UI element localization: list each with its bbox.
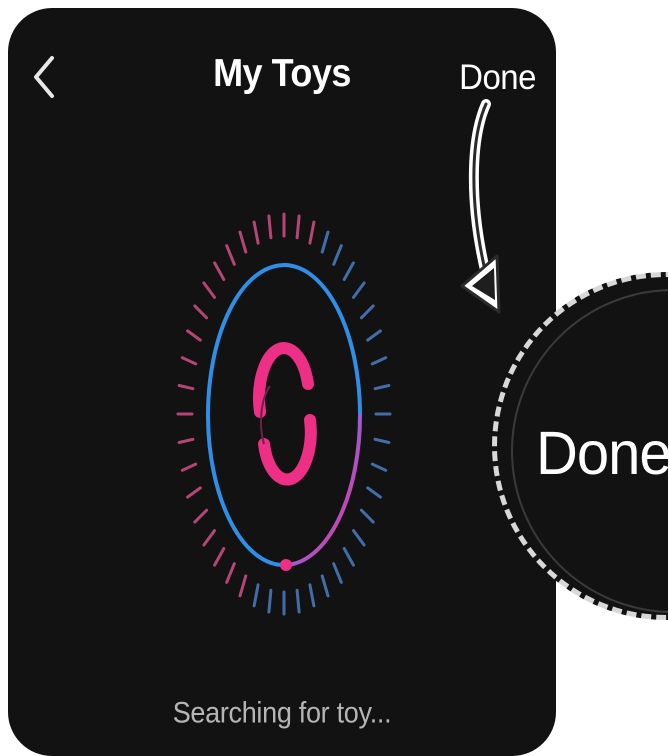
scanner-tick — [225, 244, 236, 266]
scanner-tick — [180, 356, 198, 366]
scanner-tick — [202, 529, 216, 547]
scanner-tick — [295, 214, 301, 240]
scanner-tick — [342, 547, 355, 567]
scanner-tick — [295, 588, 301, 614]
scanner-tick — [186, 329, 202, 342]
callout-done-label[interactable]: Done — [536, 418, 668, 489]
scanner-tick — [225, 562, 236, 584]
scanner-tick — [370, 462, 388, 472]
scanner-tick — [320, 574, 330, 598]
search-status-text: Searching for toy... — [172, 696, 392, 730]
scanner-ring-pink-arc — [285, 413, 363, 567]
scanner-tick — [238, 230, 248, 254]
phone-screen: My Toys Done Searching for toy... — [8, 8, 556, 756]
scanner-tick — [180, 462, 198, 472]
scanner-tick — [308, 583, 316, 608]
scanner-tick — [332, 244, 343, 266]
scanner-tick — [359, 508, 375, 524]
scanner-tick — [320, 230, 330, 254]
scanner-tick — [267, 588, 273, 614]
scanner-ring-dot — [280, 559, 292, 571]
scanner-tick — [342, 261, 355, 281]
scanner-tick — [177, 384, 195, 391]
scanner-tick — [193, 304, 209, 320]
done-callout-magnifier: Done — [490, 272, 668, 630]
scanner-tick — [370, 356, 388, 366]
scanner-tick — [373, 384, 391, 391]
scanner-tick — [238, 574, 248, 598]
scanner-tick — [202, 281, 216, 299]
scanner-tick — [213, 547, 226, 567]
scanner-tick — [193, 508, 209, 524]
scanner-tick — [359, 304, 375, 320]
scanner-tick — [186, 486, 202, 499]
scanner-tick — [177, 437, 195, 444]
scanner-tick — [352, 281, 366, 299]
scanner-tick — [213, 261, 226, 281]
scanner-tick — [308, 220, 316, 245]
scanner-tick — [332, 562, 343, 584]
scanner-tick — [366, 329, 382, 342]
scanner-tick — [252, 583, 260, 608]
scanner-tick — [267, 214, 273, 240]
toy-search-scanner — [176, 212, 392, 616]
scanner-tick — [366, 486, 382, 499]
refresh-spinner-icon — [253, 342, 317, 486]
scanner-tick — [373, 437, 391, 444]
scanner-tick — [352, 529, 366, 547]
scanner-tick — [252, 220, 260, 245]
